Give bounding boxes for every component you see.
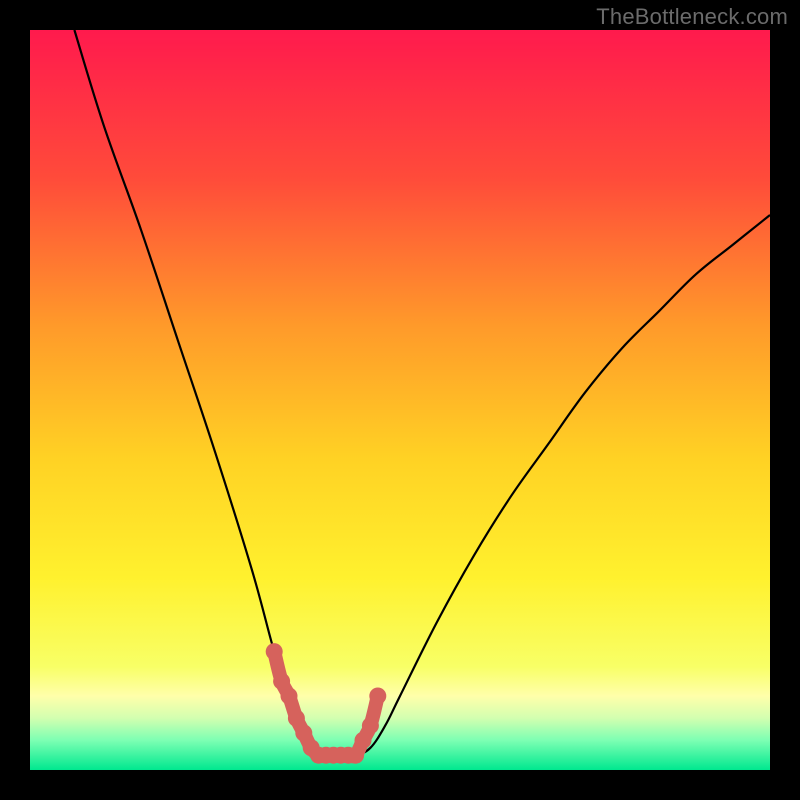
watermark-text: TheBottleneck.com bbox=[596, 4, 788, 30]
optimal-band-dot bbox=[295, 725, 312, 742]
chart-frame: TheBottleneck.com bbox=[0, 0, 800, 800]
optimal-band-dot bbox=[288, 710, 305, 727]
optimal-band-dot bbox=[355, 732, 372, 749]
optimal-band-dot bbox=[369, 688, 386, 705]
optimal-band-dot bbox=[266, 643, 283, 660]
optimal-band-dot bbox=[362, 717, 379, 734]
optimal-band-dot bbox=[273, 673, 290, 690]
optimal-band-dot bbox=[347, 747, 364, 764]
bottleneck-chart bbox=[0, 0, 800, 800]
plot-background bbox=[30, 30, 770, 770]
optimal-band-dot bbox=[281, 688, 298, 705]
